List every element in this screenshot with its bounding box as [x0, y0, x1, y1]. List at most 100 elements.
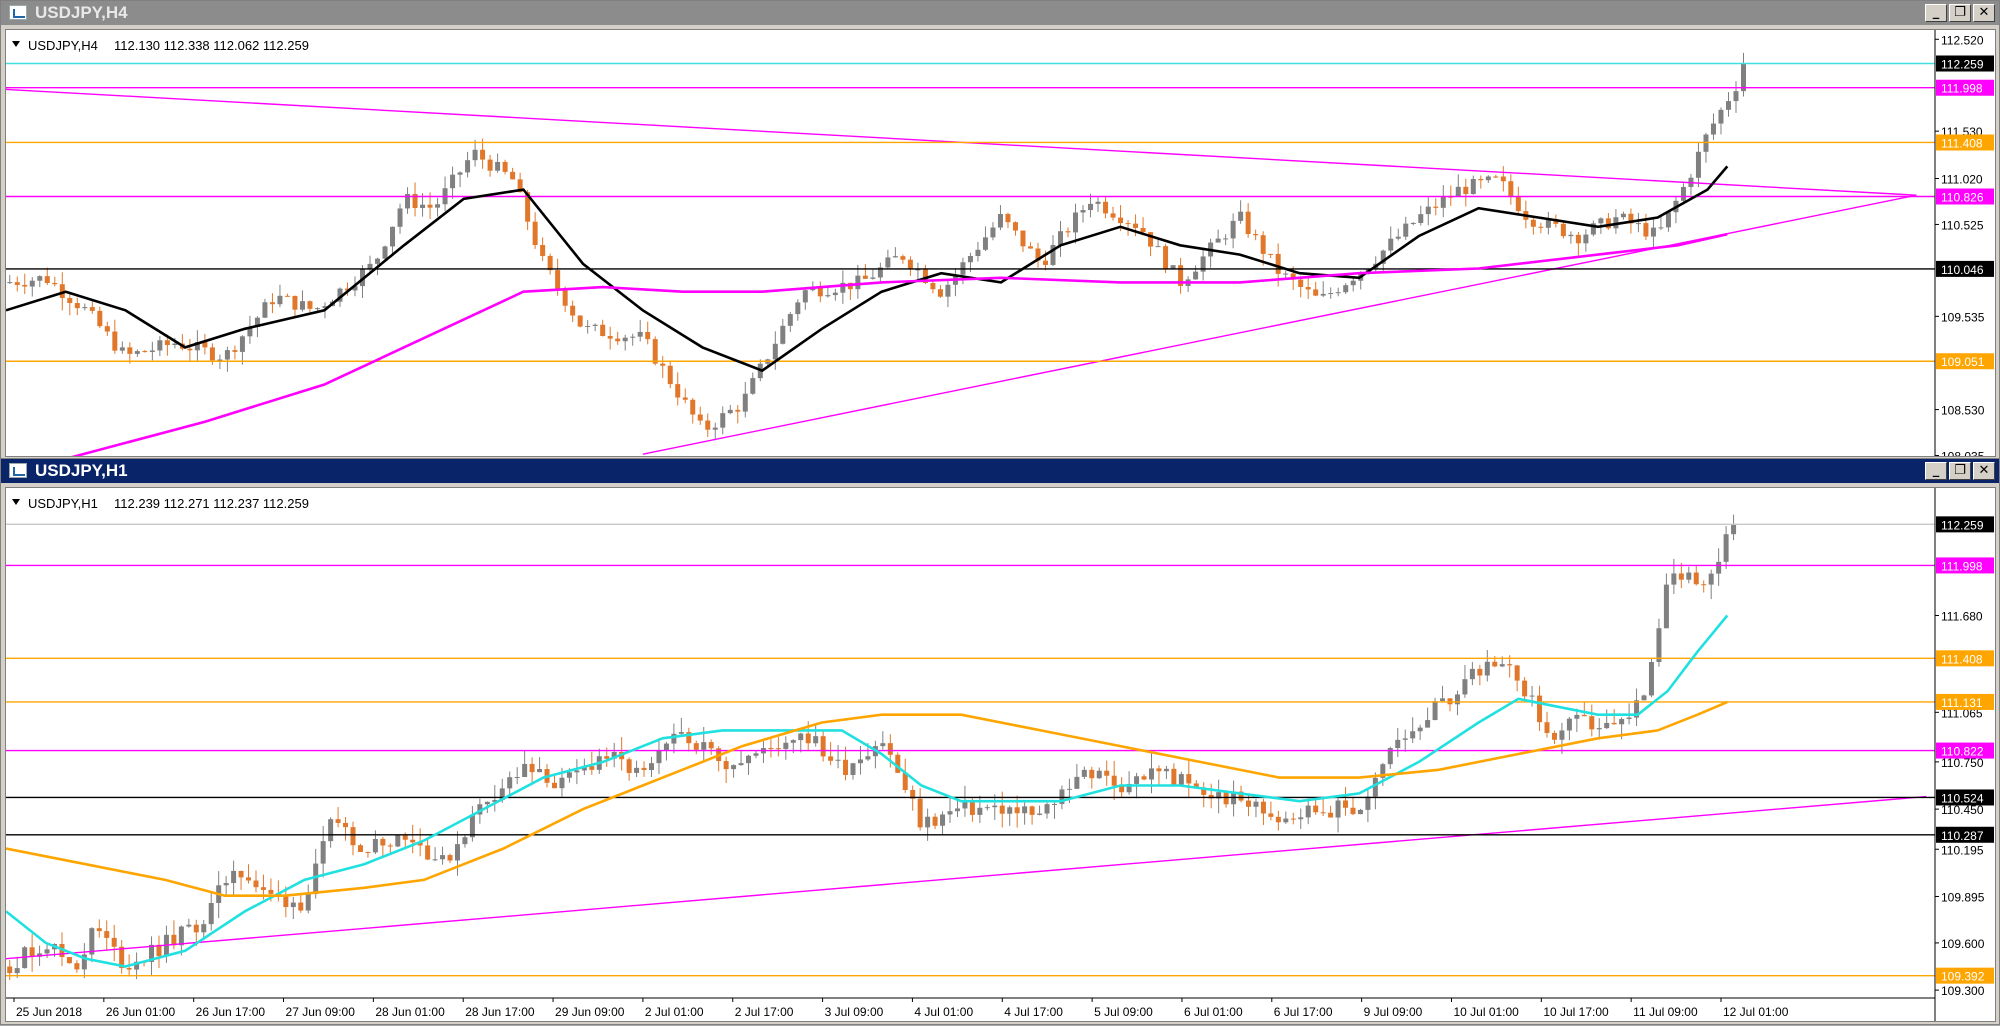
candle-body: [731, 765, 737, 770]
candle-body: [22, 284, 28, 287]
moving-average-line[interactable]: [5, 700, 1728, 897]
candle-body: [390, 226, 396, 247]
candle-body: [1648, 662, 1654, 696]
candle-body: [1215, 238, 1221, 243]
candle-body: [1171, 768, 1177, 785]
candle-body: [835, 759, 841, 761]
candle-body: [892, 256, 898, 258]
candle-body: [149, 350, 155, 352]
candle-body: [1148, 768, 1154, 780]
candle-body: [723, 761, 729, 770]
candle-body: [1395, 236, 1401, 239]
candle-body: [268, 889, 274, 894]
restore-button[interactable]: ❐: [1949, 462, 1971, 480]
time-tick-label: 10 Jul 17:00: [1543, 1005, 1609, 1019]
close-button[interactable]: ✕: [1973, 4, 1995, 22]
candle-body: [1530, 219, 1536, 227]
candle-body: [1313, 805, 1319, 813]
trendline[interactable]: [5, 795, 1927, 960]
candle-body: [1275, 816, 1281, 823]
candle-body: [217, 359, 223, 361]
time-tick-label: 2 Jul 01:00: [645, 1005, 704, 1019]
candle-body: [1193, 271, 1199, 280]
candle-body: [283, 895, 289, 908]
time-tick-label: 4 Jul 17:00: [1004, 1005, 1063, 1019]
candle-body: [1620, 213, 1626, 218]
candle-body: [1432, 701, 1438, 721]
candle-body: [305, 894, 311, 911]
moving-average-line[interactable]: [5, 614, 1729, 968]
time-tick-label: 6 Jul 01:00: [1184, 1005, 1243, 1019]
candle-body: [454, 844, 460, 861]
candle-body: [1716, 561, 1722, 574]
chart-window-h1[interactable]: USDJPY,H1 _ ❐ ✕ 111.680 111.065 110.750 110…: [0, 458, 2000, 1025]
candle-body: [577, 315, 583, 327]
candle-body: [1402, 738, 1408, 740]
candle-body: [1740, 63, 1746, 92]
candle-body: [529, 763, 535, 773]
close-button[interactable]: ✕: [1973, 462, 1995, 480]
minimize-button[interactable]: _: [1925, 4, 1947, 22]
candle-body: [820, 736, 826, 757]
candle-body: [1350, 280, 1356, 286]
candle-body: [720, 413, 726, 428]
chart-area-h4[interactable]: 112.520 111.530 111.020 110.525 109.535 108.5…: [5, 29, 1996, 464]
candle-body: [790, 740, 796, 743]
candle-body: [795, 302, 801, 315]
candle-body: [1433, 206, 1439, 208]
minimize-button[interactable]: _: [1925, 462, 1947, 480]
candle-body: [1581, 714, 1587, 717]
candle-body: [1238, 211, 1244, 221]
candle-body: [1626, 717, 1632, 720]
chart-svg-h4[interactable]: 112.520111.530111.020110.525109.535108.5…: [5, 30, 1995, 464]
window-titlebar-h4[interactable]: USDJPY,H4 _ ❐ ✕: [1, 1, 1999, 25]
candle-body: [566, 772, 572, 778]
chart-symbol-label: USDJPY,H4: [28, 38, 98, 53]
price-tick-label: 109.535: [1941, 310, 1985, 324]
candle-body: [1454, 694, 1460, 705]
candle-body: [1522, 680, 1528, 697]
candle-body: [1693, 572, 1699, 585]
candle-body: [555, 270, 561, 289]
candle-body: [487, 159, 493, 171]
candle-body: [425, 845, 431, 860]
chart-svg-h1[interactable]: 111.680111.065110.750110.450110.195109.8…: [5, 488, 1995, 1021]
horizontal-levels: [6, 523, 1935, 977]
price-tag-label: 110.287: [1941, 829, 1984, 843]
candle-body: [1140, 227, 1146, 233]
price-candles: [7, 52, 1746, 441]
candle-body: [570, 305, 576, 316]
candle-body: [1305, 286, 1311, 290]
candle-body: [997, 213, 1003, 228]
candle-body: [1133, 223, 1139, 228]
price-tag-label: 111.131: [1941, 696, 1983, 710]
price-tick-label: 108.035: [1941, 450, 1985, 456]
candle-body: [667, 365, 673, 385]
window-title-h1: USDJPY,H1: [35, 461, 128, 480]
candle-body: [708, 742, 714, 749]
candle-body: [1074, 776, 1080, 789]
time-tick-label: 5 Jul 09:00: [1094, 1005, 1153, 1019]
restore-button[interactable]: ❐: [1949, 4, 1971, 22]
chart-menu-triangle-icon[interactable]: [12, 41, 20, 47]
candle-body: [277, 295, 283, 305]
candle-body: [14, 282, 20, 285]
candle-body: [682, 397, 688, 400]
candle-body: [787, 314, 793, 326]
chart-area-h1[interactable]: 111.680 111.065 110.750 110.450 110.195 109.8…: [5, 487, 1996, 1022]
chart-window-h4[interactable]: USDJPY,H4 _ ❐ ✕ 112.520 111.530 111.020 110…: [0, 0, 2000, 464]
candle-body: [562, 288, 568, 306]
candle-body: [1328, 293, 1334, 295]
chart-menu-triangle-icon[interactable]: [12, 499, 20, 505]
candle-body: [1246, 800, 1252, 807]
candle-body: [592, 324, 598, 326]
window-titlebar-h1[interactable]: USDJPY,H1 _ ❐ ✕: [1, 459, 1999, 483]
candle-body: [465, 160, 471, 173]
candle-body: [343, 822, 349, 828]
price-tag-label: 109.051: [1941, 355, 1985, 369]
moving-average-line[interactable]: [65, 232, 1728, 461]
candle-body: [1125, 223, 1131, 225]
candle-body: [1066, 788, 1072, 790]
candle-body: [1320, 812, 1326, 814]
candle-body: [1537, 695, 1543, 723]
